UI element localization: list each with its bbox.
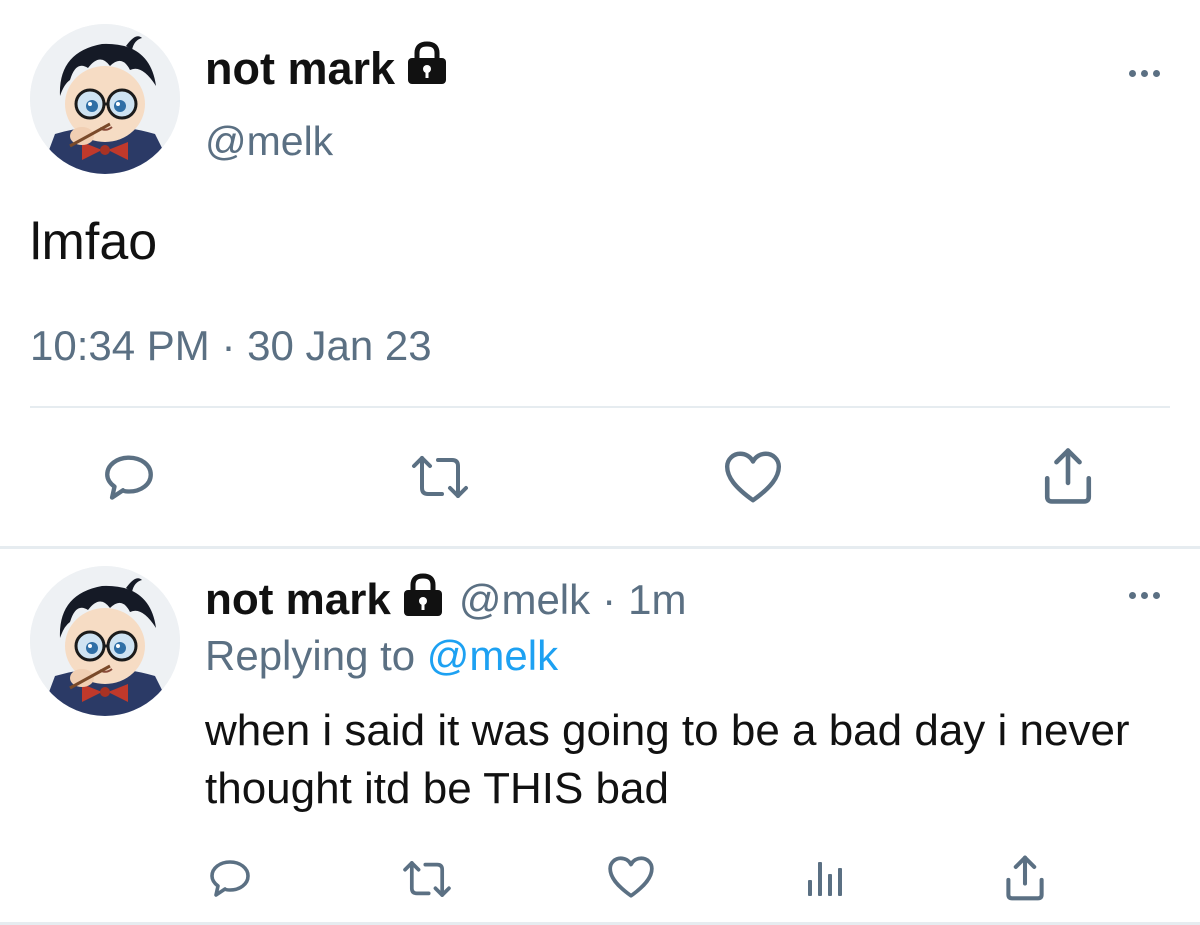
tweet-text: lmfao [30, 213, 158, 271]
share-icon[interactable] [1040, 446, 1096, 506]
tweet-thread: not mark @melk lmfao 10:34 PM · 30 Jan 2… [0, 0, 1200, 925]
tweet-timestamp[interactable]: 10:34 PM · 30 Jan 23 [30, 322, 432, 370]
more-options-icon[interactable] [1129, 70, 1160, 77]
more-options-icon[interactable] [1129, 592, 1160, 599]
avatar[interactable] [30, 566, 180, 716]
replying-to: Replying to @melk [205, 632, 558, 680]
lock-icon [405, 40, 449, 97]
reply-icon[interactable] [100, 448, 158, 506]
tweet-text: when i said it was going to be a bad day… [205, 706, 1130, 813]
replying-prefix: Replying to [205, 632, 416, 679]
display-name[interactable]: not mark [205, 40, 449, 97]
divider [30, 406, 1170, 408]
divider [0, 546, 1200, 549]
like-icon[interactable] [722, 448, 784, 506]
anime-boy-glasses-avatar-icon [30, 566, 180, 716]
analytics-icon[interactable] [804, 858, 848, 898]
relative-time[interactable]: 1m [628, 576, 686, 624]
tweet-actions [0, 440, 1200, 520]
handle[interactable]: @melk [205, 118, 333, 165]
handle[interactable]: @melk [459, 576, 590, 624]
retweet-icon[interactable] [408, 450, 472, 504]
anime-boy-glasses-avatar-icon [30, 24, 180, 174]
display-name[interactable]: not mark [205, 575, 391, 625]
reply-header: not mark @melk · 1m [205, 572, 687, 628]
share-icon[interactable] [1002, 854, 1048, 902]
retweet-icon[interactable] [400, 856, 454, 902]
lock-icon [401, 572, 445, 628]
avatar[interactable] [30, 24, 180, 174]
replying-handle-link[interactable]: @melk [427, 632, 558, 679]
separator: · [602, 576, 617, 623]
reply-icon[interactable] [206, 854, 254, 902]
like-icon[interactable] [606, 854, 656, 900]
tweet-actions [0, 848, 1200, 908]
display-name-text: not mark [205, 42, 396, 94]
